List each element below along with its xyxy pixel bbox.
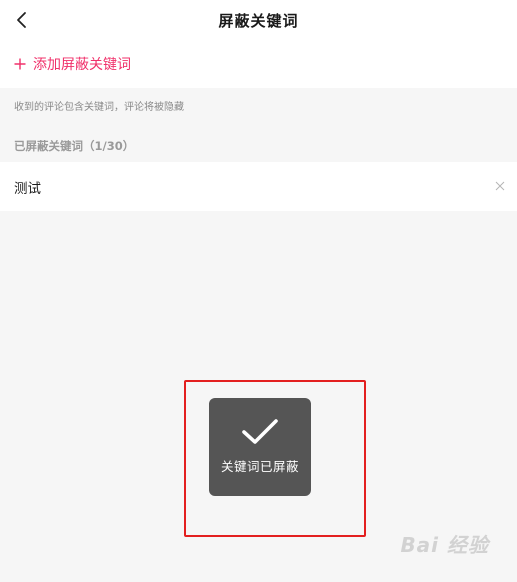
remove-keyword-button[interactable] (493, 179, 507, 193)
add-keyword-label: 添加屏蔽关键词 (33, 57, 131, 73)
page-title: 屏蔽关键词 (218, 11, 299, 30)
plus-icon (14, 58, 26, 70)
add-keyword-button[interactable]: 添加屏蔽关键词 (0, 40, 517, 88)
back-button[interactable] (8, 6, 36, 34)
close-icon (495, 181, 505, 191)
chevron-left-icon (17, 12, 26, 28)
toast: 关键词已屏蔽 (209, 398, 311, 496)
hint-text: 收到的评论包含关键词，评论将被隐藏 (14, 102, 184, 113)
toast-message: 关键词已屏蔽 (220, 459, 299, 474)
watermark: Bai 经验 (400, 533, 489, 557)
keyword-text: 测试 (14, 180, 41, 197)
list-item: 测试 (0, 162, 517, 211)
checkmark-icon (242, 419, 278, 444)
blocked-section-title: 已屏蔽关键词（1/30） (14, 139, 135, 153)
header-bar: 屏蔽关键词 (0, 0, 517, 40)
